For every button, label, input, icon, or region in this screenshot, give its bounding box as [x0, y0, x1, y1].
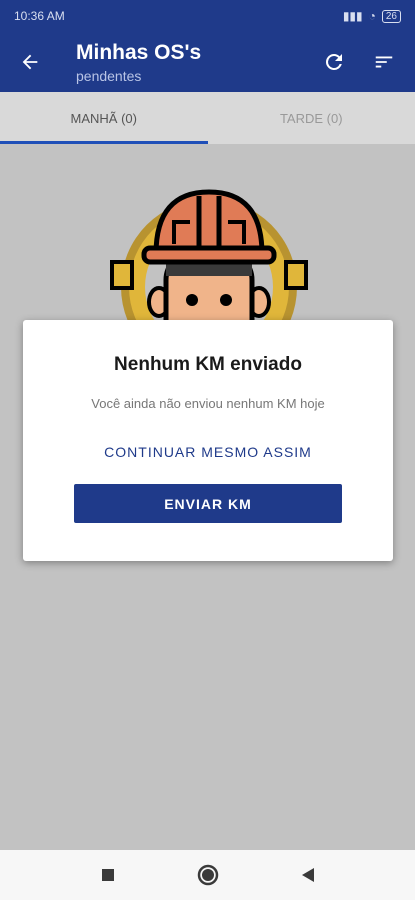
- no-km-dialog: Nenhum KM enviado Você ainda não enviou …: [23, 320, 393, 561]
- send-km-button[interactable]: ENVIAR KM: [74, 484, 342, 523]
- content-area: Nenhum KM enviado Você ainda não enviou …: [0, 144, 415, 850]
- status-icons: ▮▮▮ ◔ 26: [343, 9, 401, 23]
- home-button[interactable]: [193, 860, 223, 890]
- status-time: 10:36 AM: [14, 9, 65, 23]
- app-bar-titles: Minhas OS's pendentes: [76, 41, 201, 84]
- tab-manha-label: MANHÃ (0): [70, 110, 137, 126]
- status-bar: 10:36 AM ▮▮▮ ◔ 26: [0, 0, 415, 32]
- wifi-icon: ◔: [368, 9, 376, 23]
- system-nav-bar: [0, 850, 415, 900]
- dialog-title: Nenhum KM enviado: [114, 354, 302, 375]
- tab-manha[interactable]: MANHÃ (0): [0, 92, 208, 144]
- page-subtitle: pendentes: [76, 68, 142, 84]
- sort-filter-icon: [375, 56, 393, 68]
- page-title: Minhas OS's: [76, 41, 202, 64]
- tab-tarde-label: TARDE (0): [279, 110, 343, 126]
- continue-anyway-button[interactable]: CONTINUAR MESMO ASSIM: [23, 444, 393, 460]
- system-back-button[interactable]: [293, 860, 323, 890]
- square-icon: [101, 869, 114, 881]
- app-bar: Minhas OS's pendentes: [0, 32, 415, 92]
- arrow-left-icon: [22, 54, 38, 70]
- tab-bar: MANHÃ (0) TARDE (0): [0, 92, 415, 144]
- refresh-button[interactable]: [316, 44, 352, 80]
- refresh-icon: [326, 53, 342, 70]
- circle-icon: [197, 864, 218, 886]
- battery-icon: 26: [381, 9, 401, 23]
- tab-tarde[interactable]: TARDE (0): [208, 92, 415, 144]
- recent-apps-button[interactable]: [93, 860, 123, 890]
- back-button[interactable]: [12, 44, 48, 80]
- triangle-back-icon: [301, 868, 314, 882]
- filter-button[interactable]: [366, 44, 402, 80]
- signal-icon: ▮▮▮: [342, 9, 363, 23]
- dialog-message: Você ainda não enviou nenhum KM hoje: [91, 396, 325, 411]
